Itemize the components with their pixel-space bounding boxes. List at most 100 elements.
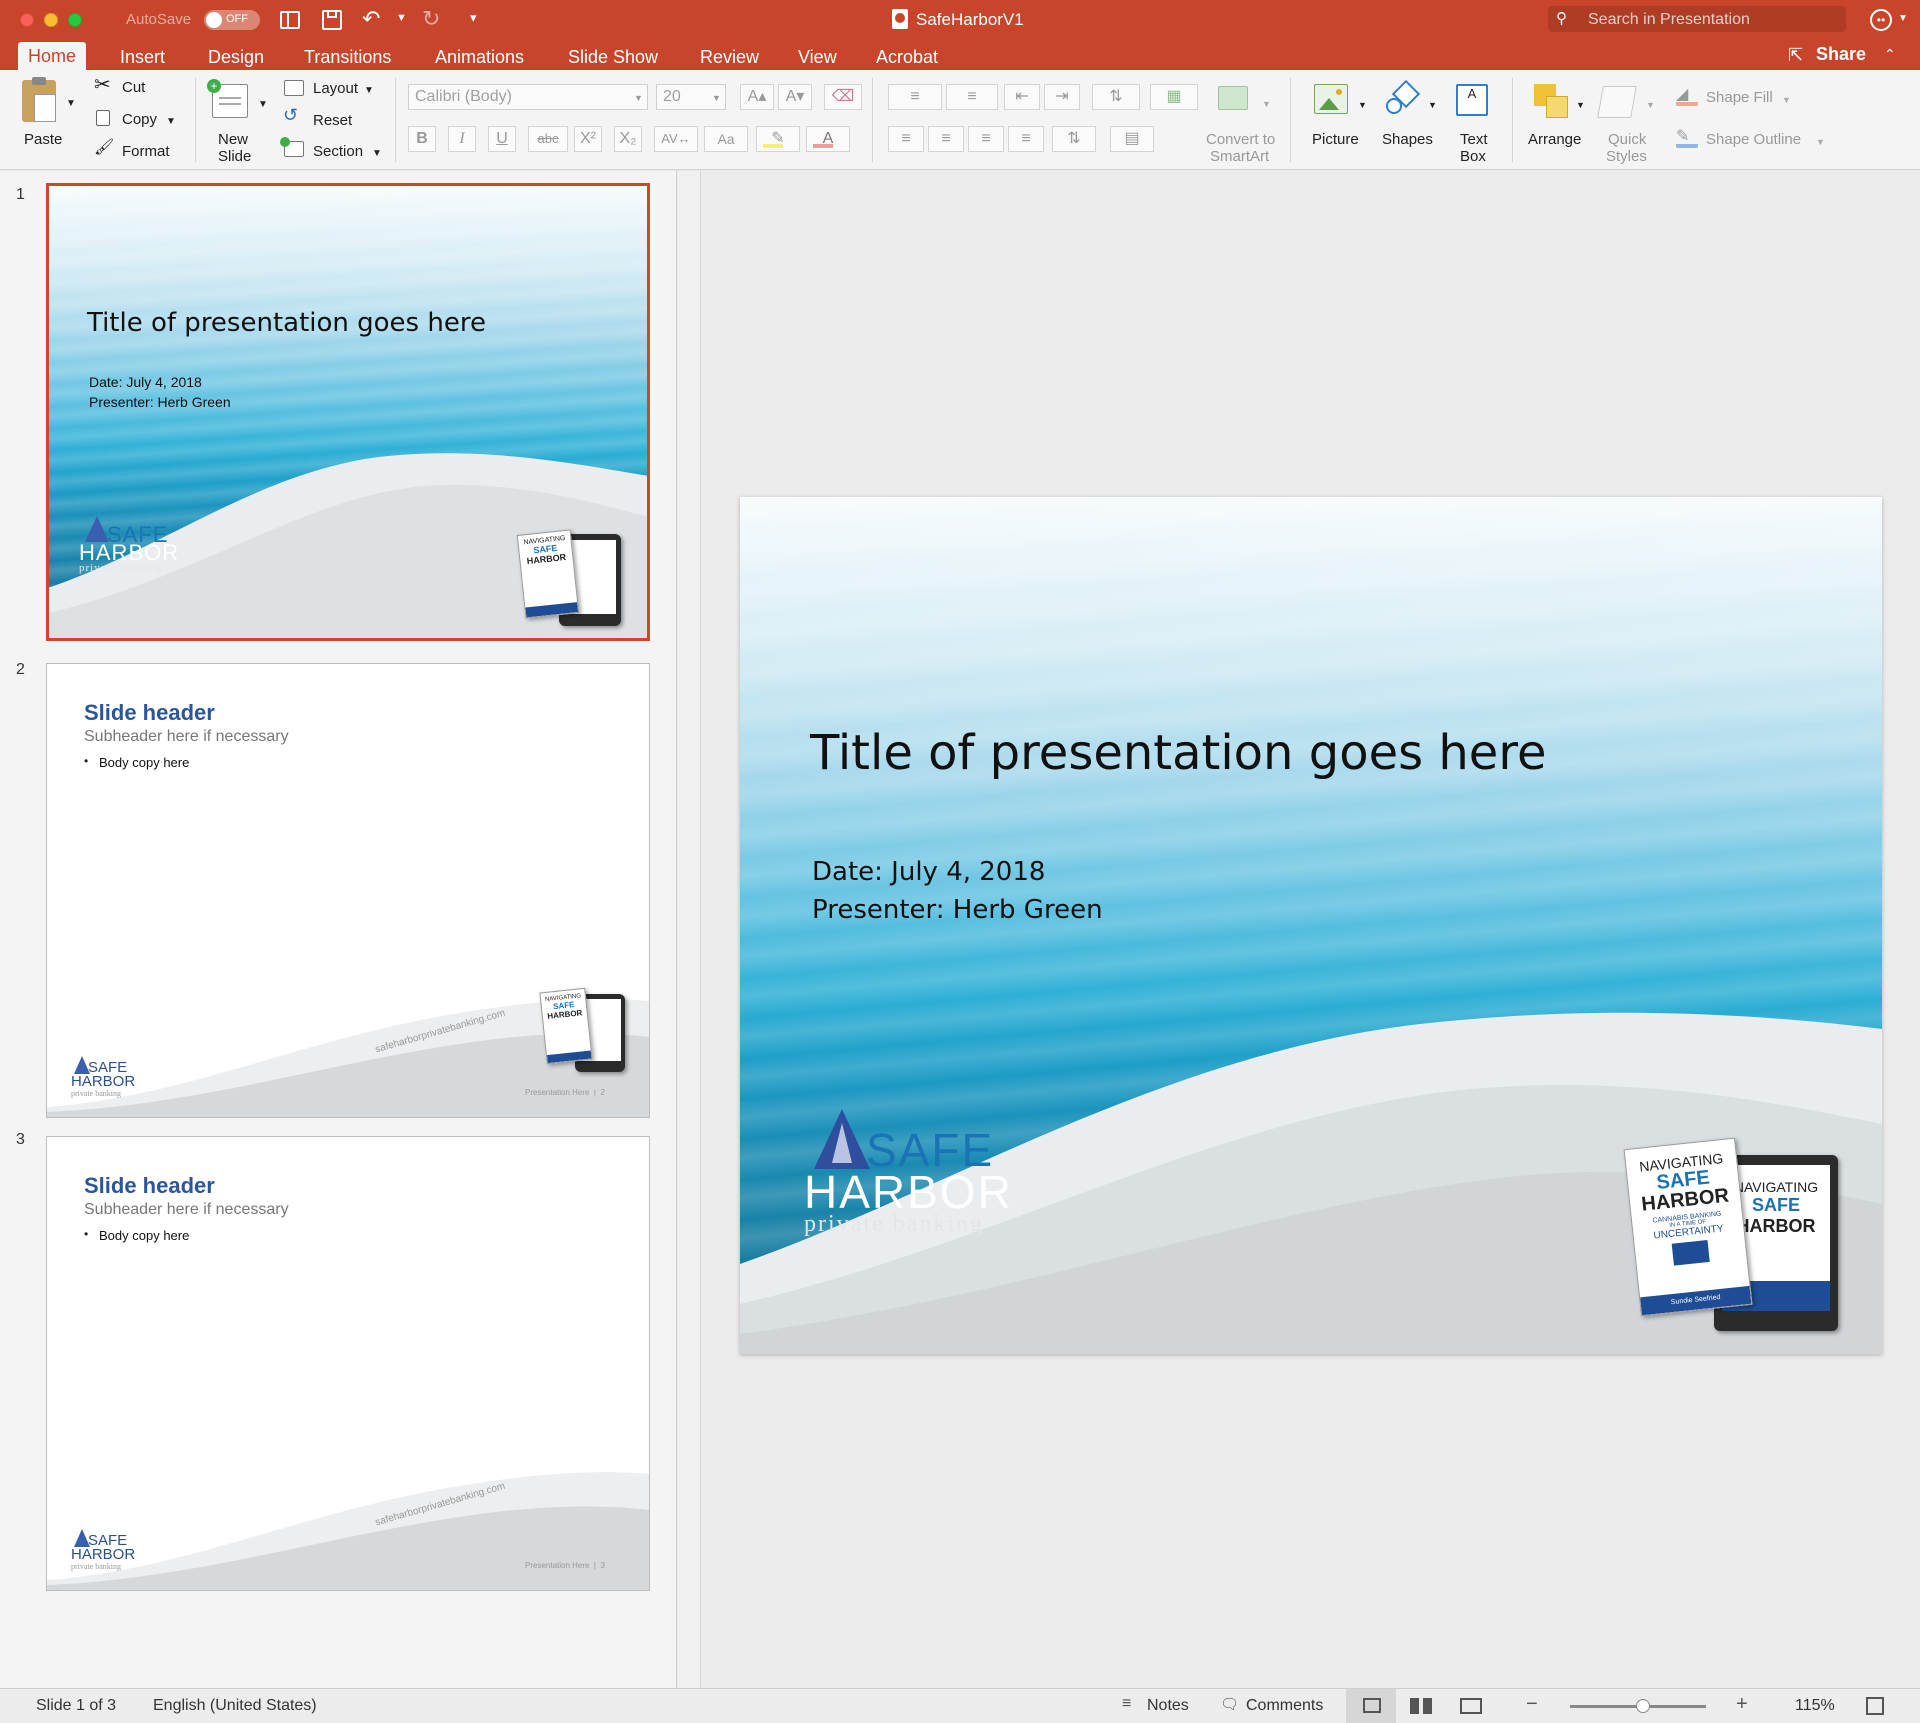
- line-spacing-button[interactable]: ⇅: [1092, 84, 1140, 110]
- quick-styles-icon[interactable]: [1597, 86, 1637, 118]
- panel-scrollbar[interactable]: [678, 171, 700, 1688]
- superscript-button[interactable]: X²: [574, 126, 602, 152]
- share-button[interactable]: Share: [1816, 44, 1866, 65]
- zoom-slider-thumb[interactable]: [1636, 1699, 1650, 1713]
- increase-indent-button[interactable]: ⇥: [1044, 84, 1080, 110]
- picture-icon[interactable]: [1314, 84, 1348, 114]
- paste-icon[interactable]: [22, 77, 56, 122]
- underline-button[interactable]: U: [488, 126, 516, 152]
- increase-font-size-button[interactable]: A▴: [740, 84, 774, 110]
- shape-fill-dropdown-icon[interactable]: ▼: [1782, 92, 1791, 108]
- slide-thumbnail-2[interactable]: Slide header Subheader here if necessary…: [46, 663, 650, 1118]
- new-slide-dropdown-icon[interactable]: ▼: [258, 97, 268, 113]
- clear-formatting-button[interactable]: ⌫: [824, 84, 862, 110]
- format-painter-icon[interactable]: 🖌: [94, 140, 114, 156]
- fit-to-window-icon[interactable]: [1866, 1697, 1884, 1715]
- cut-button[interactable]: Cut: [122, 80, 145, 96]
- character-spacing-button[interactable]: AV↔: [654, 126, 698, 152]
- slide-thumbnail-1[interactable]: Title of presentation goes here Date: Ju…: [46, 183, 650, 641]
- tab-home[interactable]: Home: [18, 42, 87, 70]
- tab-acrobat[interactable]: Acrobat: [866, 45, 948, 70]
- feedback-smiley-icon[interactable]: ••: [1870, 9, 1892, 31]
- cut-icon[interactable]: ✂: [94, 75, 111, 95]
- main-slide[interactable]: Title of presentation goes here Date: Ju…: [740, 497, 1882, 1354]
- zoom-level[interactable]: 115%: [1795, 1697, 1835, 1715]
- search-box[interactable]: ⚲ Search in Presentation: [1548, 6, 1846, 32]
- comments-icon[interactable]: 🗨: [1220, 1695, 1239, 1713]
- justify-button[interactable]: ≡: [1008, 126, 1044, 152]
- zoom-in-icon[interactable]: +: [1736, 1693, 1748, 1716]
- shapes-icon[interactable]: [1386, 79, 1421, 116]
- shape-outline-icon[interactable]: ✎: [1676, 126, 1698, 148]
- decrease-font-size-button[interactable]: A▾: [778, 84, 812, 110]
- minimize-window-button[interactable]: [44, 13, 58, 27]
- tab-view[interactable]: View: [788, 45, 847, 70]
- slide-presenter[interactable]: Presenter: Herb Green: [812, 895, 1103, 925]
- sidebar-toggle-icon[interactable]: [280, 11, 300, 29]
- bullets-button[interactable]: ≡: [888, 84, 942, 110]
- decrease-indent-button[interactable]: ⇤: [1004, 84, 1040, 110]
- align-text-button[interactable]: ▤: [1110, 126, 1154, 152]
- zoom-window-button[interactable]: [68, 13, 82, 27]
- text-box-icon[interactable]: A: [1456, 84, 1488, 116]
- font-size-dropdown-icon[interactable]: ▼: [712, 90, 721, 106]
- format-painter-button[interactable]: Format: [122, 144, 170, 160]
- new-slide-label-2[interactable]: Slide: [218, 149, 251, 165]
- layout-dropdown-icon[interactable]: ▼: [364, 83, 374, 99]
- shape-outline-button[interactable]: Shape Outline: [1706, 132, 1801, 148]
- columns-button[interactable]: ▦: [1150, 84, 1198, 110]
- arrange-dropdown-icon[interactable]: ▼: [1576, 97, 1585, 113]
- copy-dropdown-icon[interactable]: ▼: [166, 114, 176, 130]
- font-name-select[interactable]: Calibri (Body): [408, 84, 648, 110]
- section-button[interactable]: Section: [313, 144, 363, 160]
- slide-date[interactable]: Date: July 4, 2018: [812, 857, 1045, 887]
- zoom-slider[interactable]: [1570, 1699, 1706, 1713]
- paste-dropdown-icon[interactable]: ▼: [66, 96, 76, 112]
- strikethrough-button[interactable]: abc: [528, 126, 568, 152]
- zoom-out-icon[interactable]: −: [1526, 1693, 1538, 1716]
- new-slide-icon[interactable]: +: [207, 79, 248, 118]
- change-case-button[interactable]: Aa: [704, 126, 748, 152]
- convert-smartart-dropdown-icon[interactable]: ▼: [1262, 96, 1271, 112]
- save-icon[interactable]: [322, 10, 342, 30]
- tab-slide-show[interactable]: Slide Show: [558, 45, 668, 70]
- align-center-button[interactable]: ≡: [928, 126, 964, 152]
- shapes-button[interactable]: Shapes: [1382, 132, 1433, 148]
- quick-styles-label-1[interactable]: Quick: [1608, 132, 1646, 148]
- subscript-button[interactable]: X₂: [614, 126, 642, 152]
- slide-thumbnail-3[interactable]: Slide header Subheader here if necessary…: [46, 1136, 650, 1591]
- italic-button[interactable]: I: [448, 126, 476, 152]
- arrange-icon[interactable]: [1534, 84, 1568, 118]
- quick-styles-label-2[interactable]: Styles: [1606, 149, 1647, 165]
- slide-title[interactable]: Title of presentation goes here: [810, 725, 1547, 781]
- shapes-dropdown-icon[interactable]: ▼: [1428, 97, 1437, 113]
- quick-styles-dropdown-icon[interactable]: ▼: [1646, 97, 1655, 113]
- shape-fill-button[interactable]: Shape Fill: [1706, 90, 1773, 106]
- feedback-dropdown-icon[interactable]: ▼: [1898, 13, 1908, 24]
- convert-smartart-label-1[interactable]: Convert to: [1206, 132, 1275, 148]
- copy-icon[interactable]: [96, 110, 110, 126]
- redo-icon[interactable]: ↻: [422, 6, 440, 32]
- section-dropdown-icon[interactable]: ▼: [372, 146, 382, 162]
- align-right-button[interactable]: ≡: [968, 126, 1004, 152]
- close-window-button[interactable]: [20, 13, 34, 27]
- text-box-label-1[interactable]: Text: [1460, 132, 1488, 148]
- tab-review[interactable]: Review: [690, 45, 769, 70]
- tab-design[interactable]: Design: [198, 45, 274, 70]
- autosave-toggle[interactable]: OFF: [204, 10, 260, 30]
- tab-animations[interactable]: Animations: [425, 45, 534, 70]
- comments-button[interactable]: Comments: [1246, 1697, 1323, 1715]
- reset-button[interactable]: Reset: [313, 113, 352, 129]
- shape-outline-dropdown-icon[interactable]: ▼: [1816, 134, 1825, 150]
- safe-harbor-logo[interactable]: SAFE HARBOR private banking: [804, 1109, 1014, 1239]
- numbering-button[interactable]: ≡: [946, 84, 998, 110]
- section-icon[interactable]: [280, 137, 304, 157]
- undo-dropdown-icon[interactable]: ▼: [396, 12, 407, 24]
- new-slide-label-1[interactable]: New: [218, 132, 248, 148]
- picture-button[interactable]: Picture: [1312, 132, 1359, 148]
- share-icon[interactable]: ⇱: [1788, 45, 1803, 66]
- font-color-button[interactable]: A: [806, 126, 850, 152]
- language-status[interactable]: English (United States): [153, 1697, 317, 1715]
- font-name-dropdown-icon[interactable]: ▼: [634, 90, 643, 106]
- convert-smartart-label-2[interactable]: SmartArt: [1210, 149, 1269, 165]
